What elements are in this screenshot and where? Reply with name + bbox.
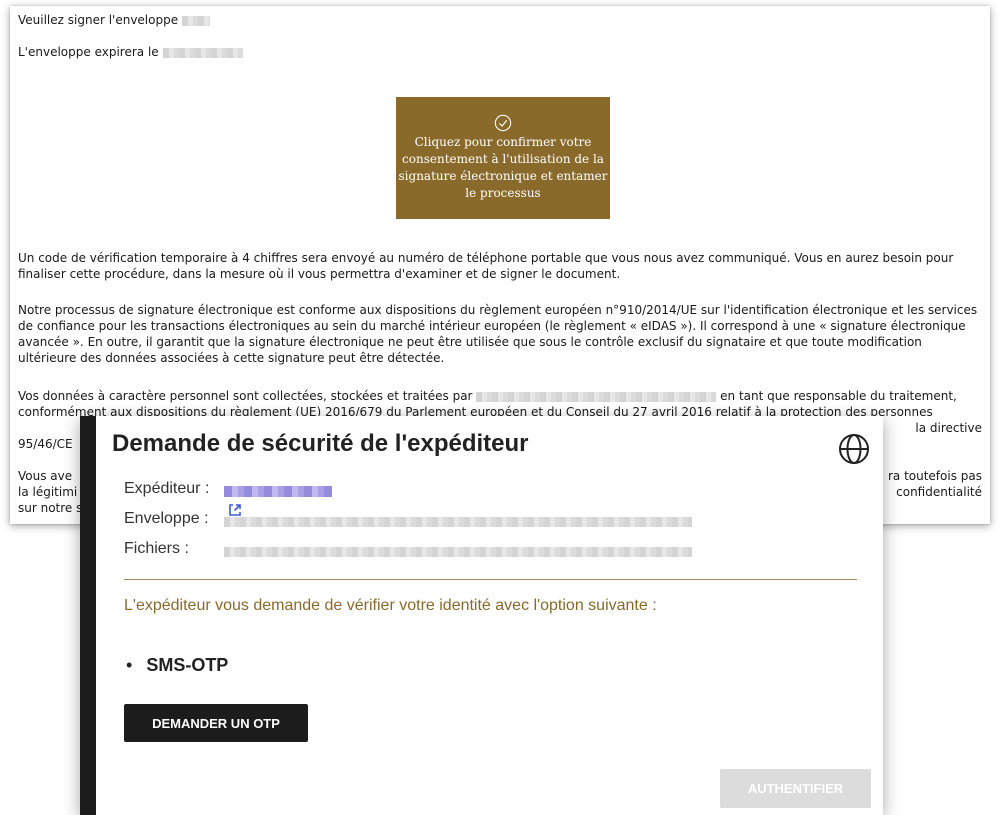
identity-message: L'expéditeur vous demande de vérifier vo… <box>124 597 657 614</box>
paragraph-data-directive: la directive <box>915 421 982 435</box>
verification-method: • SMS-OTP <box>126 655 228 676</box>
redacted-envelope-name <box>181 15 210 26</box>
files-label: Fichiers : <box>124 540 189 557</box>
sign-prompt: Veuillez signer l'enveloppe <box>18 12 982 28</box>
check-circle-icon <box>494 114 512 132</box>
files-row: Fichiers : <box>124 540 692 558</box>
request-otp-button[interactable]: DEMANDER UN OTP <box>124 704 308 742</box>
sender-label: Expéditeur : <box>124 480 210 497</box>
redacted-sender-email <box>224 486 332 498</box>
sender-row: Expéditeur : <box>124 480 332 516</box>
envelope-row: Enveloppe : <box>124 510 692 528</box>
paragraph-eidas: Notre processus de signature électroniqu… <box>18 303 978 365</box>
redacted-expiry-date <box>162 47 243 58</box>
expiry-line: L'enveloppe expirera le <box>18 44 982 60</box>
files-value <box>224 543 692 561</box>
consent-button-label: Cliquez pour confirmer votre consentemen… <box>398 135 608 200</box>
dialog-title: Demande de sécurité de l'expéditeur <box>112 430 529 457</box>
globe-icon[interactable] <box>837 432 871 466</box>
paragraph-rights-right2: confidentialité <box>896 485 982 499</box>
redacted-controller <box>476 391 717 402</box>
sender-security-dialog: Demande de sécurité de l'expéditeur Expé… <box>80 416 883 815</box>
authenticate-button[interactable]: AUTHENTIFIER <box>720 769 871 808</box>
redacted-envelope <box>224 516 692 527</box>
sign-prompt-text: Veuillez signer l'enveloppe <box>18 13 179 27</box>
paragraph-rights-right1: ra toutefois pas <box>887 469 982 483</box>
paragraph-data-text1: Vos données à caractère personnel sont c… <box>18 389 473 403</box>
redacted-files <box>224 546 692 557</box>
method-bullet: • <box>126 655 133 675</box>
method-label: SMS-OTP <box>146 655 229 675</box>
expiry-text: L'enveloppe expirera le <box>18 45 159 59</box>
paragraph-code: Un code de vérification temporaire à 4 c… <box>18 251 954 281</box>
envelope-value <box>224 513 692 531</box>
envelope-label: Enveloppe : <box>124 510 209 527</box>
consent-button[interactable]: Cliquez pour confirmer votre consentemen… <box>396 97 610 219</box>
divider <box>124 579 857 580</box>
